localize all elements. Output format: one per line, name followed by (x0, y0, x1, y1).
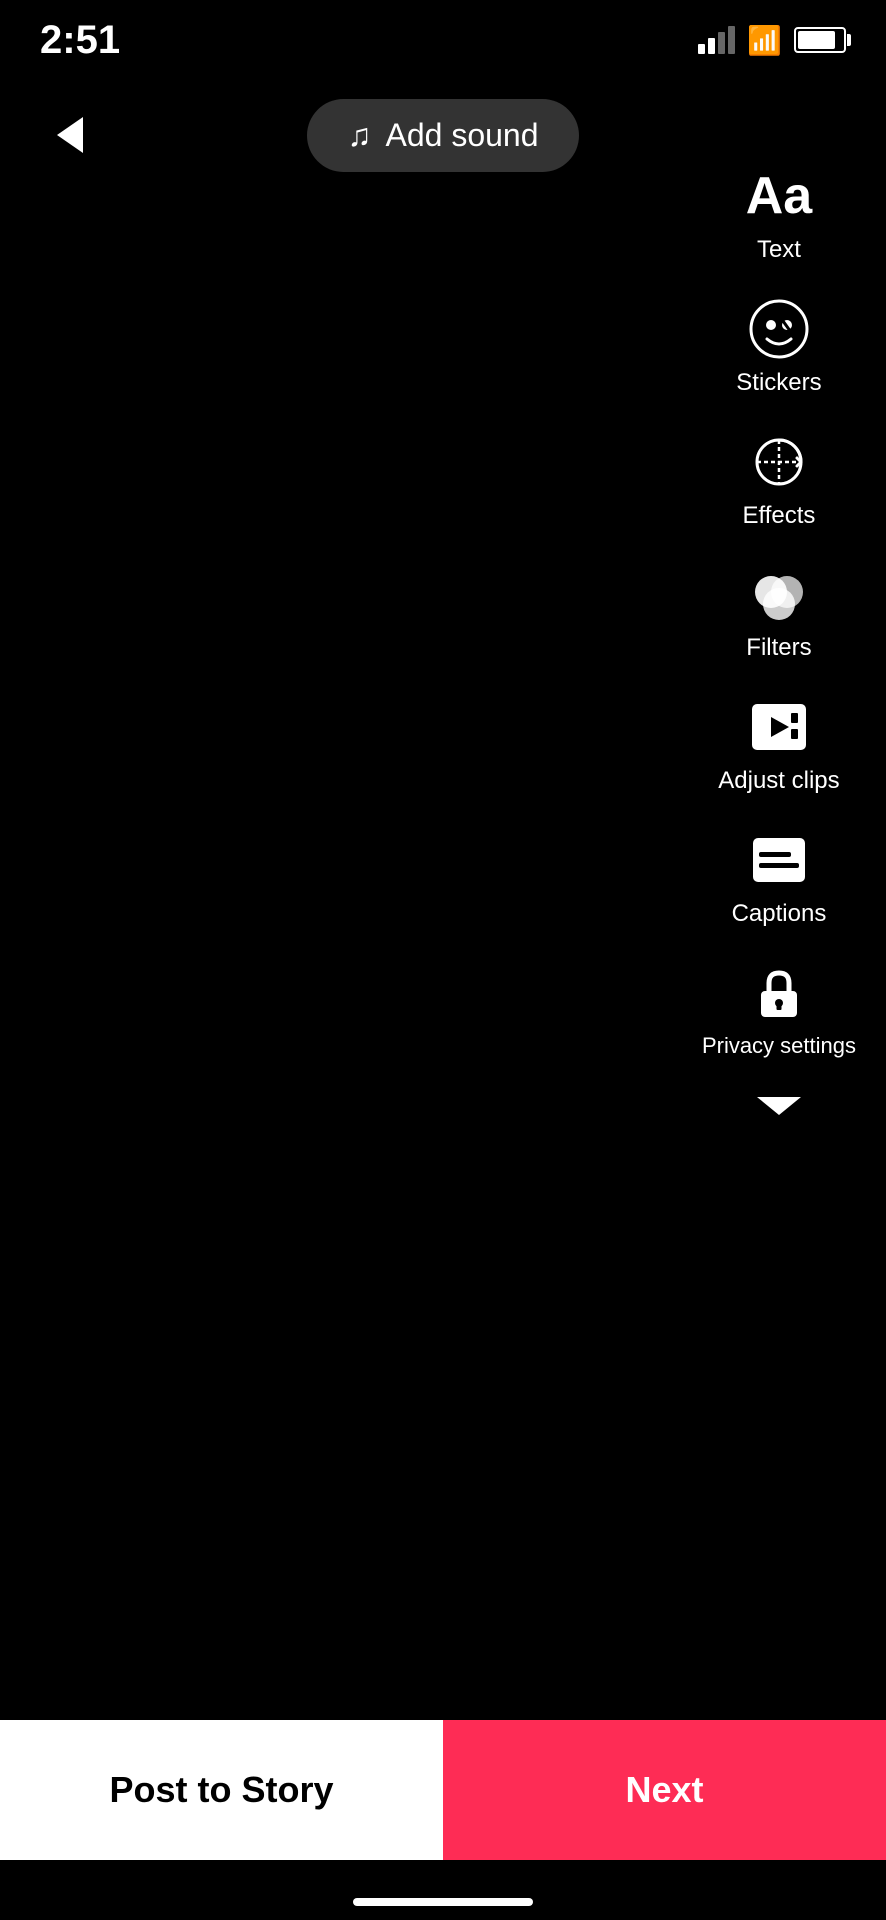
captions-icon (747, 828, 811, 892)
status-time: 2:51 (40, 18, 120, 63)
back-chevron-icon (57, 117, 83, 153)
stickers-icon (747, 297, 811, 361)
privacy-settings-icon (747, 961, 811, 1025)
effects-tool[interactable]: Effects (729, 416, 829, 545)
text-tool[interactable]: Aa Text (729, 150, 829, 279)
text-icon: Aa (747, 164, 811, 228)
wifi-icon: 📶 (747, 24, 782, 57)
effects-icon (747, 430, 811, 494)
captions-tool[interactable]: Captions (722, 814, 837, 943)
next-button[interactable]: Next (443, 1720, 886, 1860)
adjust-clips-label: Adjust clips (718, 767, 839, 796)
filters-label: Filters (746, 634, 811, 663)
add-sound-button[interactable]: ♫ Add sound (307, 99, 578, 172)
captions-label: Captions (732, 900, 827, 929)
more-tools-button[interactable] (737, 1077, 821, 1135)
status-icons: 📶 (698, 24, 846, 57)
stickers-tool[interactable]: Stickers (726, 283, 831, 412)
battery-icon (794, 27, 846, 53)
filters-tool[interactable]: Filters (729, 548, 829, 677)
adjust-clips-tool[interactable]: Adjust clips (708, 681, 849, 810)
post-to-story-button[interactable]: Post to Story (0, 1720, 443, 1860)
privacy-settings-label: Privacy settings (702, 1033, 856, 1059)
effects-label: Effects (743, 502, 816, 531)
filters-icon (747, 562, 811, 626)
back-button[interactable] (40, 105, 100, 165)
bottom-buttons: Post to Story Next (0, 1720, 886, 1860)
add-sound-label: Add sound (385, 117, 538, 154)
signal-icon (698, 26, 735, 54)
chevron-down-icon (757, 1097, 801, 1115)
status-bar: 2:51 📶 (0, 0, 886, 80)
adjust-clips-icon (747, 695, 811, 759)
music-note-icon: ♫ (347, 117, 371, 154)
privacy-settings-tool[interactable]: Privacy settings (692, 947, 866, 1073)
stickers-label: Stickers (736, 369, 821, 398)
text-label: Text (757, 236, 801, 265)
right-toolbar: Aa Text Stickers (692, 150, 866, 1135)
home-indicator (353, 1898, 533, 1906)
